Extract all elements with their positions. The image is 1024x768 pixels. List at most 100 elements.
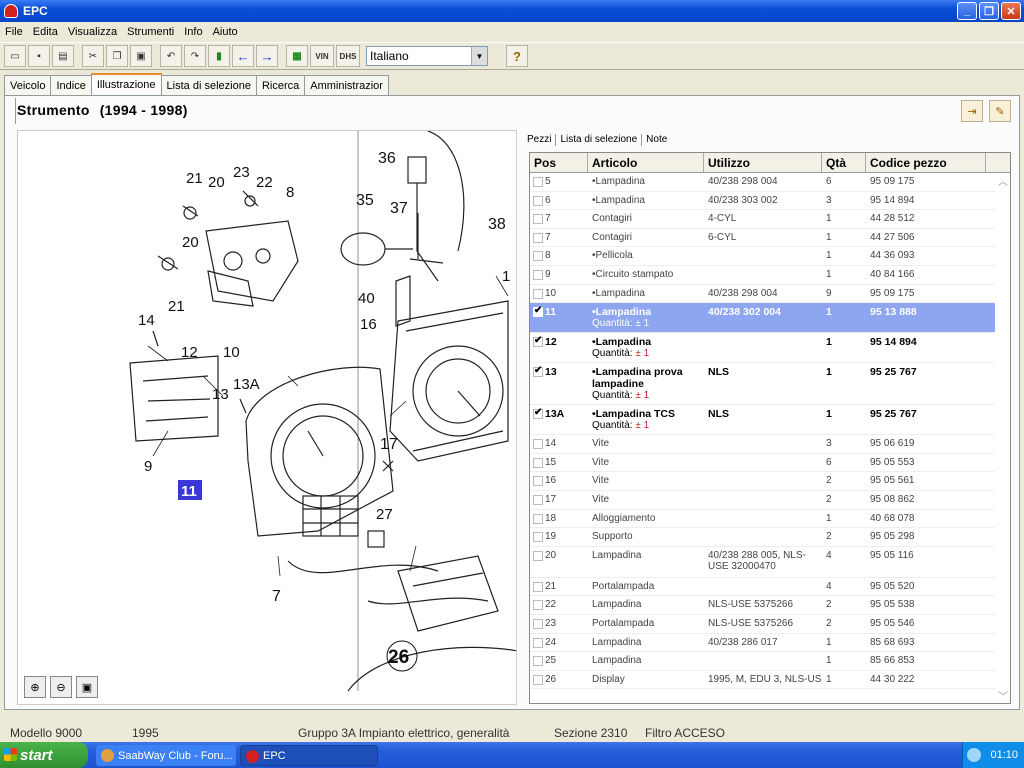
row-checkbox[interactable] [533,232,543,243]
table-row[interactable]: 5 •Lampadina 40/238 298 004 6 95 09 175 [530,173,1010,192]
taskbar-item-browser[interactable]: SaabWay Club - Foru... [96,745,236,766]
callout-7[interactable]: 7 [272,588,281,605]
table-row[interactable]: 12 •LampadinaQuantità: ± 1 1 95 14 894 [530,333,1010,364]
subtab-note[interactable]: Note [642,134,671,146]
callout-21a[interactable]: 21 [186,170,203,187]
row-checkbox[interactable] [533,581,543,592]
callout-13a[interactable]: 13A [233,376,260,393]
callout-21b[interactable]: 21 [168,298,185,315]
header-articolo[interactable]: Articolo [588,153,704,172]
callout-8[interactable]: 8 [286,184,294,201]
undo-icon[interactable]: ↶ [160,45,182,67]
table-row[interactable]: 8 •Pellicola 1 44 36 093 [530,247,1010,266]
table-row[interactable]: 20 Lampadina 40/238 288 005, NLS-USE 32000… [530,547,1010,578]
row-checkbox[interactable] [533,288,543,299]
tab-veicolo[interactable]: Veicolo [4,75,52,95]
callout-1[interactable]: 1 [502,268,510,285]
row-checkbox[interactable] [533,195,543,206]
tab-amministrazione[interactable]: Amministrazior [304,75,389,95]
menu-aiuto[interactable]: Aiuto [208,26,243,38]
maximize-button[interactable]: ❐ [979,2,999,20]
callout-13[interactable]: 13 [212,386,229,403]
table-row[interactable]: 7 Contagiri 4-CYL 1 44 28 512 [530,210,1010,229]
save-icon[interactable]: ▪ [28,45,50,67]
row-checkbox[interactable] [533,476,543,487]
callout-20b[interactable]: 20 [182,234,199,251]
table-row[interactable]: 15 Vite 6 95 05 553 [530,454,1010,473]
table-row[interactable]: 14 Vite 3 95 06 619 [530,435,1010,454]
table-row[interactable]: 18 Alloggiamento 1 40 68 078 [530,510,1010,529]
minimize-button[interactable]: _ [957,2,977,20]
scroll-up-icon[interactable]: ︿ [998,173,1008,188]
callout-11[interactable]: 11 [181,483,197,500]
close-button[interactable]: ✕ [1001,2,1021,20]
parts-illustration[interactable]: 21 20 23 22 8 36 35 37 38 20 40 1 14 21 … [17,130,517,705]
callout-23[interactable]: 23 [233,164,250,181]
back-arrow-icon[interactable]: ← [232,45,254,67]
selection-list-icon[interactable]: ▦ [286,45,308,67]
menu-file[interactable]: File [0,26,28,38]
row-checkbox[interactable] [533,269,543,280]
table-row[interactable]: 21 Portalampada 4 95 05 520 [530,578,1010,597]
table-row[interactable]: 26 Display 1995, M, EDU 3, NLS-US 1 44 30 22… [530,671,1010,690]
row-checkbox[interactable] [533,407,543,420]
table-row[interactable]: 6 •Lampadina 40/238 303 002 3 95 14 894 [530,192,1010,211]
table-row[interactable]: 19 Supporto 2 95 05 298 [530,528,1010,547]
tab-ricerca[interactable]: Ricerca [255,75,306,95]
callout-40[interactable]: 40 [358,290,375,307]
redo-icon[interactable]: ↷ [184,45,206,67]
row-checkbox[interactable] [533,637,543,648]
menu-visualizza[interactable]: Visualizza [63,26,122,38]
callout-16[interactable]: 16 [360,316,377,333]
subtab-lista-di-selezione[interactable]: Lista di selezione [556,134,643,146]
row-checkbox[interactable] [533,656,543,667]
chevron-down-icon[interactable]: ▼ [471,47,487,65]
row-checkbox[interactable] [533,439,543,450]
row-checkbox[interactable] [533,365,543,378]
table-row[interactable]: 10 •Lampadina 40/238 298 004 9 95 09 175 [530,285,1010,304]
edit-icon[interactable]: ✎ [989,100,1011,122]
row-checkbox[interactable] [533,513,543,524]
tab-illustrazione[interactable]: Illustrazione [90,73,162,95]
row-checkbox[interactable] [533,305,543,318]
callout-27[interactable]: 27 [376,506,393,523]
row-checkbox[interactable] [533,618,543,629]
callout-10[interactable]: 10 [223,344,240,361]
menu-info[interactable]: Info [179,26,207,38]
header-qta[interactable]: Qtà [822,153,866,172]
paste-icon[interactable]: ▣ [130,45,152,67]
callout-9[interactable]: 9 [144,458,152,475]
callout-26[interactable]: 26 [388,647,409,668]
row-checkbox[interactable] [533,457,543,468]
cut-icon[interactable]: ✂ [82,45,104,67]
menu-strumenti[interactable]: Strumenti [122,26,179,38]
tray-icon[interactable] [967,748,981,762]
row-checkbox[interactable] [533,494,543,505]
table-row[interactable]: 16 Vite 2 95 05 561 [530,472,1010,491]
table-row[interactable]: 7 Contagiri 6-CYL 1 44 27 506 [530,229,1010,248]
table-row[interactable]: 9 •Circuito stampato 1 40 84 166 [530,266,1010,285]
table-row[interactable]: 11 •LampadinaQuantità: ± 1 40/238 302 004 1… [530,303,1010,334]
print-icon[interactable]: ▤ [52,45,74,67]
open-icon[interactable]: ▭ [4,45,26,67]
vin-button[interactable]: VIN [310,45,334,67]
table-row[interactable]: 22 Lampadina NLS-USE 5375266 2 95 05 538 [530,596,1010,615]
tab-indice[interactable]: Indice [50,75,92,95]
row-checkbox[interactable] [533,214,543,225]
header-pos[interactable]: Pos [530,153,588,172]
callout-37[interactable]: 37 [390,200,408,217]
callout-14[interactable]: 14 [138,312,155,329]
header-codice[interactable]: Codice pezzo [866,153,986,172]
callout-36[interactable]: 36 [378,150,396,167]
table-row[interactable]: 13 •Lampadina prova lampadineQuantità: ± … [530,363,1010,406]
callout-12[interactable]: 12 [181,344,198,361]
subtab-pezzi[interactable]: Pezzi [523,134,557,146]
callout-35[interactable]: 35 [356,192,374,209]
row-checkbox[interactable] [533,550,543,561]
row-checkbox[interactable] [533,335,543,348]
menu-edita[interactable]: Edita [28,26,63,38]
row-checkbox[interactable] [533,532,543,543]
scroll-down-icon[interactable]: ﹀ [998,688,1008,703]
table-row[interactable]: 25 Lampadina 1 85 66 853 [530,652,1010,671]
row-checkbox[interactable] [533,177,543,187]
